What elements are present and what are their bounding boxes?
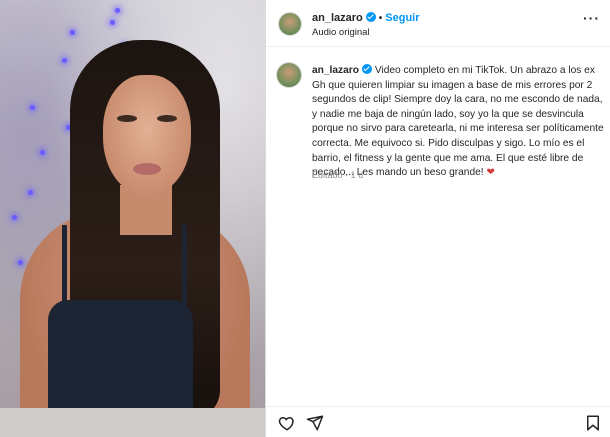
caption-text: Video completo en mi TikTok. Un abrazo a… xyxy=(312,65,604,179)
instagram-post-frame: an_lazaro • Seguir Audio original ··· an_l… xyxy=(0,0,610,437)
heart-emoji: ❤ xyxy=(486,167,495,179)
send-icon[interactable] xyxy=(306,414,324,432)
top-strap-right xyxy=(182,225,187,315)
verified-badge-icon xyxy=(365,12,376,22)
header-username-row: an_lazaro • Seguir xyxy=(312,12,420,24)
post-video[interactable] xyxy=(0,0,265,437)
follow-button[interactable]: Seguir xyxy=(385,12,419,24)
edited-label: Editado xyxy=(312,170,343,180)
separator-dot: • xyxy=(378,13,383,24)
heart-icon[interactable] xyxy=(278,414,296,432)
author-avatar[interactable] xyxy=(278,12,302,36)
caption-username[interactable]: an_lazaro xyxy=(312,65,359,76)
time-ago[interactable]: 1 d xyxy=(351,170,364,180)
caption-meta: Editado · 1 d xyxy=(312,170,363,180)
verified-badge-icon xyxy=(362,64,372,74)
author-username[interactable]: an_lazaro xyxy=(312,12,363,24)
left-eye xyxy=(117,115,137,122)
more-options-icon[interactable]: ··· xyxy=(583,10,600,26)
person-face xyxy=(103,75,191,195)
bookmark-icon[interactable] xyxy=(584,414,602,432)
caption-body: an_lazaro Video completo en mi TikTok. U… xyxy=(312,64,606,181)
action-bar xyxy=(266,406,610,437)
caption-avatar[interactable] xyxy=(276,62,302,88)
lips xyxy=(133,163,161,175)
table-edge xyxy=(0,408,265,437)
post-header: an_lazaro • Seguir Audio original ··· xyxy=(266,0,610,47)
right-eye xyxy=(157,115,177,122)
post-side-panel: an_lazaro • Seguir Audio original ··· an_l… xyxy=(265,0,610,437)
audio-link[interactable]: Audio original xyxy=(312,27,370,38)
meta-separator: · xyxy=(345,170,349,180)
